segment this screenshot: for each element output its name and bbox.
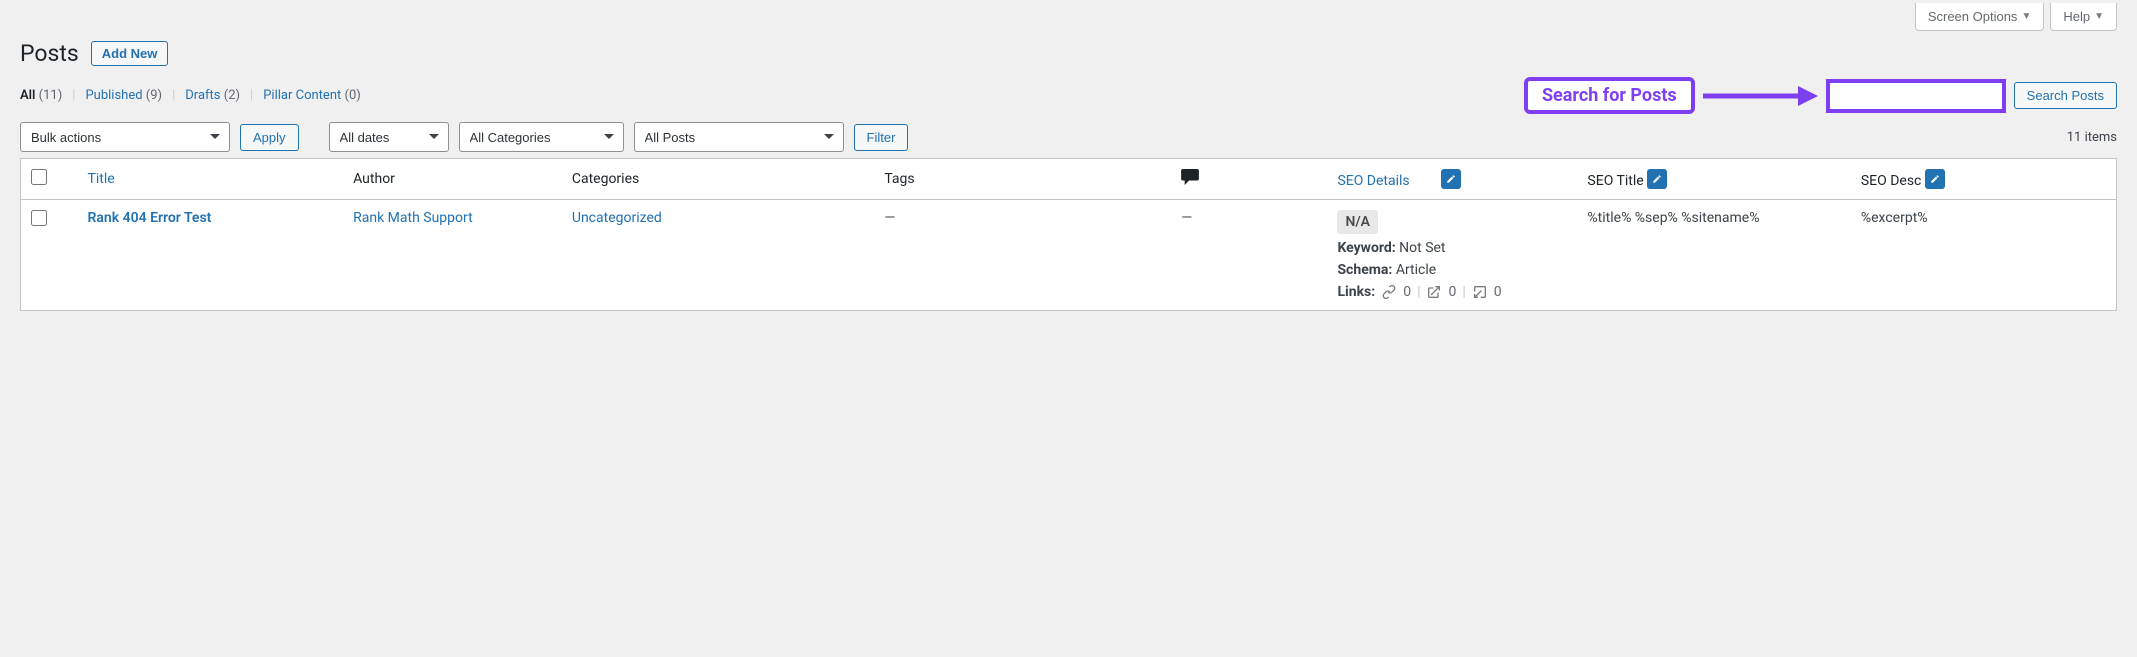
items-count: 11 items (2067, 130, 2117, 145)
external-link-icon (1426, 284, 1442, 300)
post-author-link[interactable]: Rank Math Support (353, 210, 473, 226)
view-published-count: (9) (146, 88, 162, 103)
column-author: Author (343, 159, 562, 200)
column-seo-desc: SEO Desc (1851, 159, 2117, 200)
view-drafts[interactable]: Drafts (2) (185, 88, 240, 103)
view-published[interactable]: Published (9) (85, 88, 162, 103)
view-drafts-count: (2) (224, 88, 240, 103)
apply-button[interactable]: Apply (240, 124, 299, 151)
view-pillar-label: Pillar Content (263, 88, 341, 103)
chevron-down-icon: ▼ (2094, 11, 2104, 22)
post-category-link[interactable]: Uncategorized (572, 210, 662, 226)
bulk-actions-select[interactable]: Bulk actions (20, 122, 230, 152)
column-categories: Categories (562, 159, 874, 200)
view-drafts-label: Drafts (185, 88, 220, 103)
posts-filter-select[interactable]: All Posts (634, 122, 844, 152)
seo-desc-value: %excerpt% (1851, 200, 2117, 311)
help-label: Help (2063, 9, 2090, 24)
column-seo-title-label: SEO Title (1587, 173, 1643, 189)
seo-score-badge: N/A (1337, 210, 1378, 234)
pencil-icon[interactable] (1647, 169, 1667, 189)
column-title[interactable]: Title (78, 159, 344, 200)
post-tags: — (874, 200, 1171, 311)
column-seo-desc-label: SEO Desc (1861, 173, 1922, 189)
view-published-label: Published (85, 88, 142, 103)
column-seo-details-label: SEO Details (1337, 173, 1409, 189)
screen-options-label: Screen Options (1928, 9, 2018, 24)
seo-keyword-label: Keyword: (1337, 240, 1395, 256)
separator: | (172, 88, 175, 103)
search-input[interactable] (1826, 79, 2006, 113)
date-filter-select[interactable]: All dates (329, 122, 449, 152)
annotation-label: Search for Posts (1524, 77, 1695, 114)
help-button[interactable]: Help ▼ (2050, 3, 2117, 31)
view-all-count: (11) (39, 88, 63, 103)
seo-details: N/A Keyword: Not Set Schema: Article Lin… (1337, 210, 1567, 300)
view-pillar[interactable]: Pillar Content (0) (263, 88, 361, 103)
comments-icon (1181, 169, 1199, 185)
annotation-arrow-icon (1703, 81, 1818, 111)
seo-schema-value: Article (1396, 262, 1436, 278)
view-pillar-count: (0) (345, 88, 361, 103)
incoming-link-icon (1472, 284, 1488, 300)
seo-schema-label: Schema: (1337, 262, 1392, 278)
search-posts-button[interactable]: Search Posts (2014, 82, 2117, 109)
column-tags: Tags (874, 159, 1171, 200)
column-comments[interactable] (1171, 159, 1327, 200)
separator: | (72, 88, 75, 103)
view-all[interactable]: All (11) (20, 88, 62, 103)
seo-keyword-value: Not Set (1399, 240, 1445, 256)
page-title: Posts (20, 40, 79, 67)
pencil-icon[interactable] (1441, 169, 1461, 189)
seo-title-value: %title% %sep% %sitename% (1577, 200, 1850, 311)
view-all-label: All (20, 88, 35, 103)
select-all-checkbox[interactable] (31, 169, 47, 185)
screen-options-button[interactable]: Screen Options ▼ (1915, 3, 2045, 31)
link-icon (1381, 284, 1397, 300)
seo-links-label: Links: (1337, 284, 1375, 300)
table-row: Rank 404 Error Test Rank Math Support Un… (21, 200, 2117, 311)
view-filters: All (11) | Published (9) | Drafts (2) | … (20, 88, 361, 103)
column-seo-title: SEO Title (1577, 159, 1850, 200)
pencil-icon[interactable] (1925, 169, 1945, 189)
filter-button[interactable]: Filter (854, 124, 909, 151)
row-checkbox[interactable] (31, 210, 47, 226)
separator: | (250, 88, 253, 103)
links-external-count: 0 (1448, 284, 1456, 300)
post-title-link[interactable]: Rank 404 Error Test (88, 210, 212, 226)
posts-table: Title Author Categories Tags SEO Details… (20, 158, 2117, 311)
links-internal-count: 0 (1403, 284, 1411, 300)
links-incoming-count: 0 (1494, 284, 1502, 300)
column-seo-details[interactable]: SEO Details (1327, 159, 1577, 200)
chevron-down-icon: ▼ (2021, 11, 2031, 22)
post-comments: — (1171, 200, 1327, 311)
category-filter-select[interactable]: All Categories (459, 122, 624, 152)
add-new-button[interactable]: Add New (91, 41, 169, 66)
